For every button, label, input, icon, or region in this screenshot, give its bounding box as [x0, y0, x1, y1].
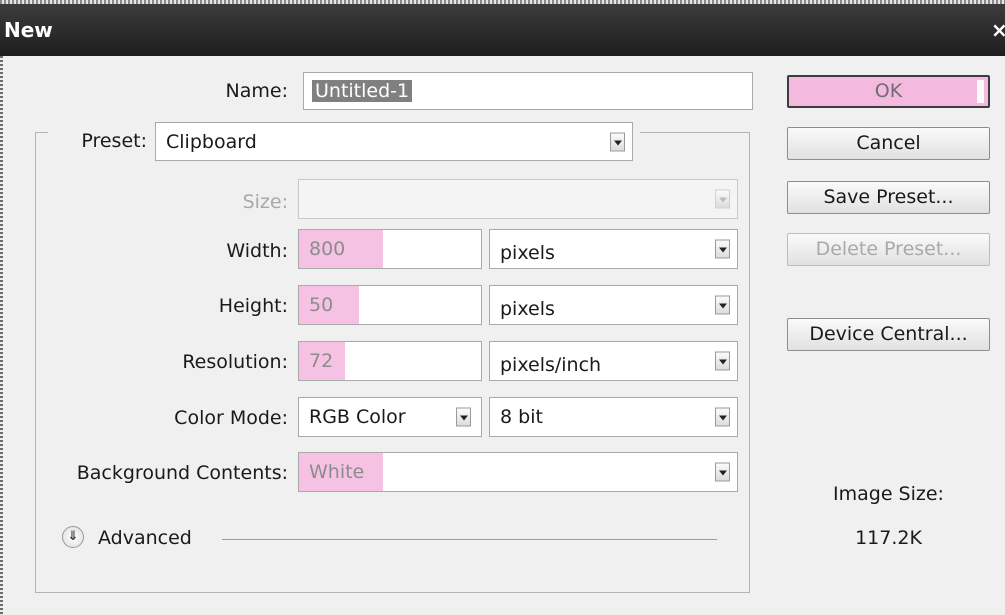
- close-icon[interactable]: ×: [991, 18, 1005, 42]
- width-input[interactable]: 800: [298, 229, 482, 269]
- color-mode-label: Color Mode:: [174, 407, 288, 429]
- dialog-left-border: [0, 56, 3, 615]
- background-value: White: [309, 461, 365, 483]
- chevron-down-icon[interactable]: [715, 462, 730, 482]
- height-unit-value: pixels: [500, 297, 555, 320]
- delete-preset-button[interactable]: Delete Preset...: [787, 233, 990, 266]
- preset-label: Preset:: [81, 130, 147, 152]
- resolution-unit-value: pixels/inch: [500, 353, 602, 376]
- title-bar: New ×: [0, 4, 1005, 56]
- width-value: 800: [309, 238, 346, 260]
- color-mode-value: RGB Color: [309, 406, 406, 428]
- chevron-down-icon[interactable]: [715, 189, 730, 209]
- image-size-value: 117.2K: [855, 527, 922, 549]
- double-chevron-down-icon[interactable]: ⇓: [62, 526, 84, 548]
- name-value: Untitled-1: [312, 80, 413, 102]
- width-unit-value: pixels: [500, 241, 555, 264]
- ok-button[interactable]: OK: [787, 75, 990, 108]
- advanced-label[interactable]: Advanced: [98, 527, 192, 549]
- width-label: Width:: [226, 240, 288, 262]
- bit-depth-select[interactable]: 8 bit: [489, 397, 738, 437]
- advanced-divider: [222, 539, 717, 540]
- background-select[interactable]: White: [298, 452, 738, 492]
- resolution-label: Resolution:: [182, 351, 288, 373]
- image-size-label: Image Size:: [833, 483, 944, 505]
- color-mode-select[interactable]: RGB Color: [298, 397, 482, 437]
- chevron-down-icon[interactable]: [715, 407, 730, 427]
- height-unit-select[interactable]: pixels: [489, 285, 738, 325]
- bit-depth-value: 8 bit: [500, 406, 543, 428]
- height-input[interactable]: 50: [298, 285, 482, 325]
- chevron-down-icon[interactable]: [715, 239, 730, 259]
- resolution-input[interactable]: 72: [298, 341, 482, 381]
- resolution-value: 72: [309, 350, 334, 372]
- height-label: Height:: [218, 295, 288, 317]
- new-document-dialog: New × Name: Untitled-1 Preset: Clipboard…: [0, 0, 1005, 615]
- chevron-down-icon[interactable]: [715, 295, 730, 315]
- resolution-unit-select[interactable]: pixels/inch: [489, 341, 738, 381]
- size-select[interactable]: [298, 179, 738, 219]
- chevron-down-icon[interactable]: [456, 407, 471, 427]
- height-value: 50: [309, 294, 334, 316]
- preset-value: Clipboard: [166, 130, 257, 153]
- device-central-button[interactable]: Device Central...: [787, 318, 990, 351]
- background-label: Background Contents:: [76, 462, 288, 484]
- size-label: Size:: [242, 191, 288, 213]
- width-unit-select[interactable]: pixels: [489, 229, 738, 269]
- name-input[interactable]: Untitled-1: [303, 72, 753, 110]
- preset-select[interactable]: Clipboard: [155, 122, 633, 161]
- dialog-title: New: [4, 18, 53, 42]
- chevron-down-icon[interactable]: [715, 351, 730, 371]
- save-preset-button[interactable]: Save Preset...: [787, 181, 990, 214]
- cancel-button[interactable]: Cancel: [787, 127, 990, 160]
- name-label: Name:: [225, 80, 288, 102]
- chevron-down-icon[interactable]: [610, 132, 625, 151]
